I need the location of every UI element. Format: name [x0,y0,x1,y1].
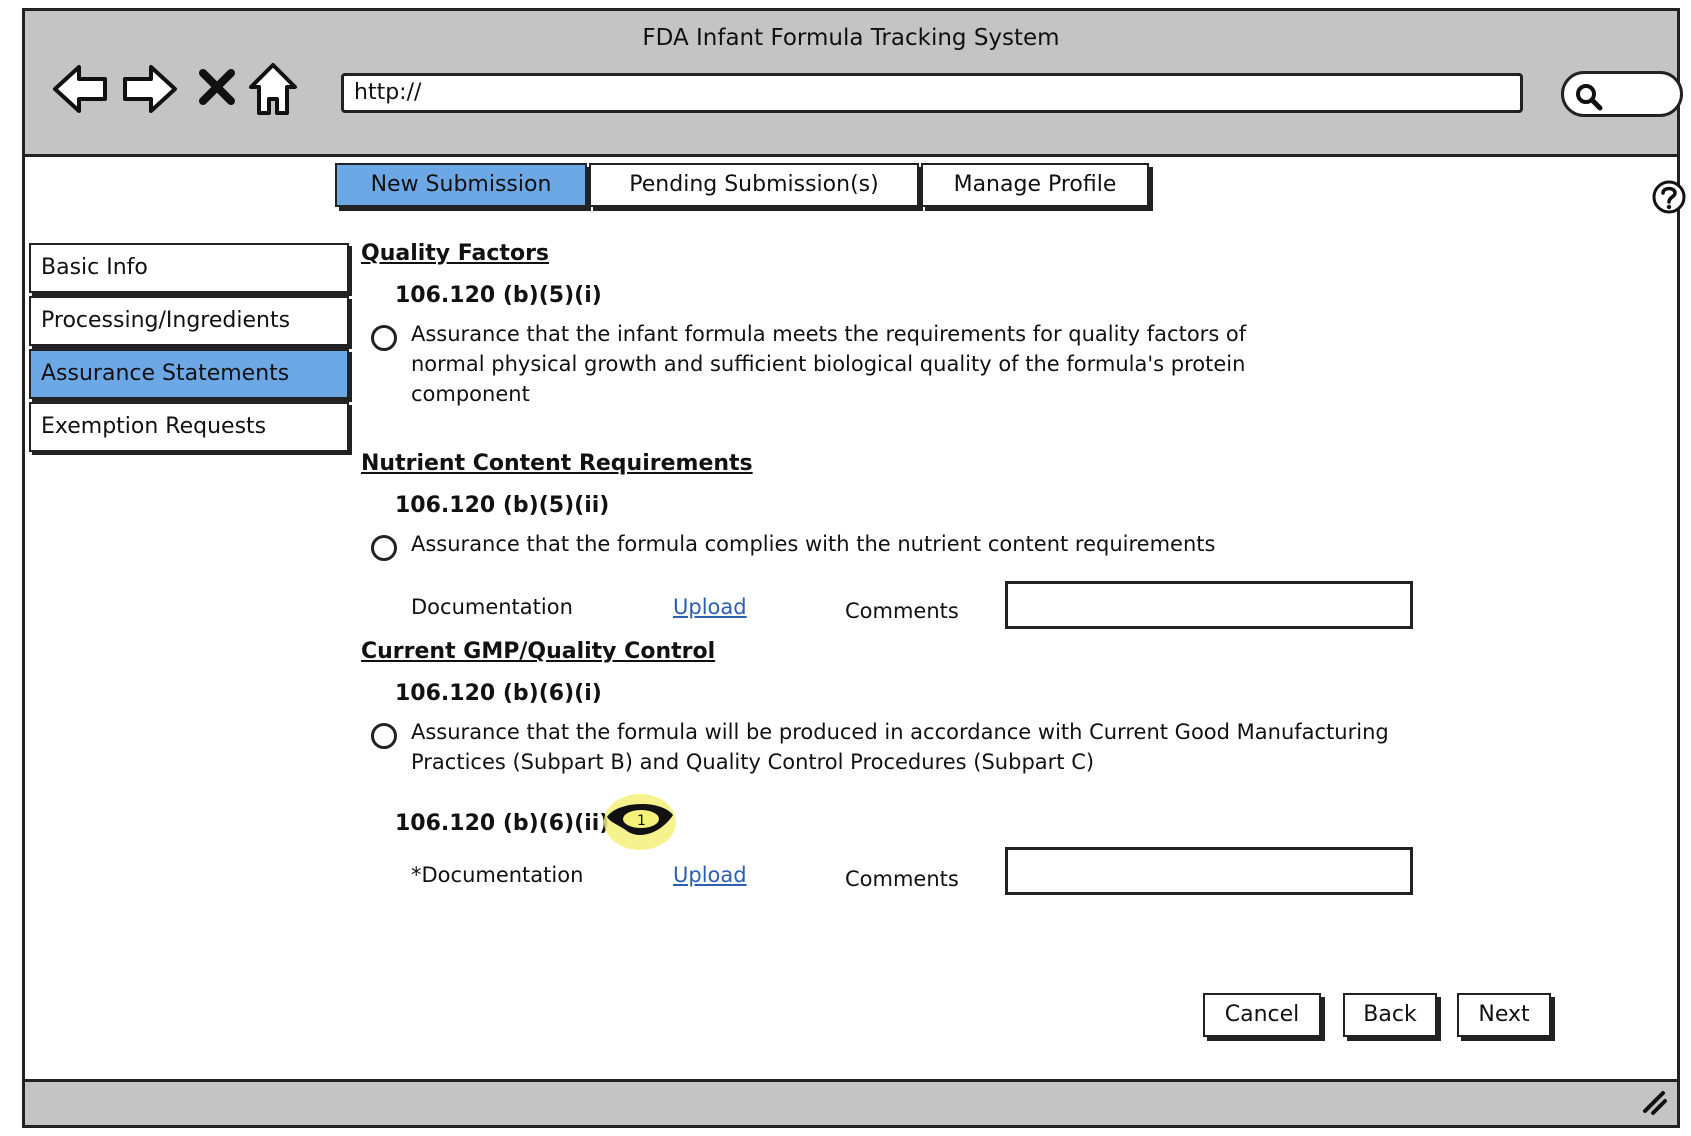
documentation-label: Documentation [411,595,573,619]
quality-factors-radio[interactable] [371,325,397,351]
section-title-quality-factors: Quality Factors [361,241,550,266]
nutrient-content-statement: Assurance that the formula complies with… [411,532,1216,556]
upload-link[interactable]: Upload [673,595,747,619]
back-button[interactable]: Back [1343,993,1437,1037]
resize-grip-icon[interactable] [1637,1085,1667,1119]
next-button[interactable]: Next [1457,993,1551,1037]
assurance-form: Quality Factors 106.120 (b)(5)(i) Assura… [25,11,1677,1125]
reg-code: 106.120 (b)(5)(i) [395,283,602,308]
comments-label: Comments [845,867,959,891]
cancel-button[interactable]: Cancel [1203,993,1321,1037]
comments-field[interactable] [1005,847,1413,895]
gmp-statement: Assurance that the formula will be produ… [411,720,1389,774]
reg-code: 106.120 (b)(6)(ii) [395,811,610,836]
reg-code: 106.120 (b)(6)(i) [395,681,602,706]
documentation-label-required: *Documentation [411,863,584,887]
svg-text:1: 1 [637,813,646,829]
comments-label: Comments [845,599,959,623]
section-title-nutrient-content: Nutrient Content Requirements [361,451,753,476]
gmp-radio[interactable] [371,723,397,749]
browser-window: FDA Infant Formula Tracking System http:… [22,8,1686,1128]
browser-statusbar [25,1079,1677,1125]
annotation-badge: 1 [601,791,679,857]
quality-factors-statement: Assurance that the infant formula meets … [411,322,1247,406]
nutrient-content-radio[interactable] [371,535,397,561]
comments-field[interactable] [1005,581,1413,629]
reg-code: 106.120 (b)(5)(ii) [395,493,610,518]
upload-link[interactable]: Upload [673,863,747,887]
section-title-gmp-quality-control: Current GMP/Quality Control [361,639,716,664]
